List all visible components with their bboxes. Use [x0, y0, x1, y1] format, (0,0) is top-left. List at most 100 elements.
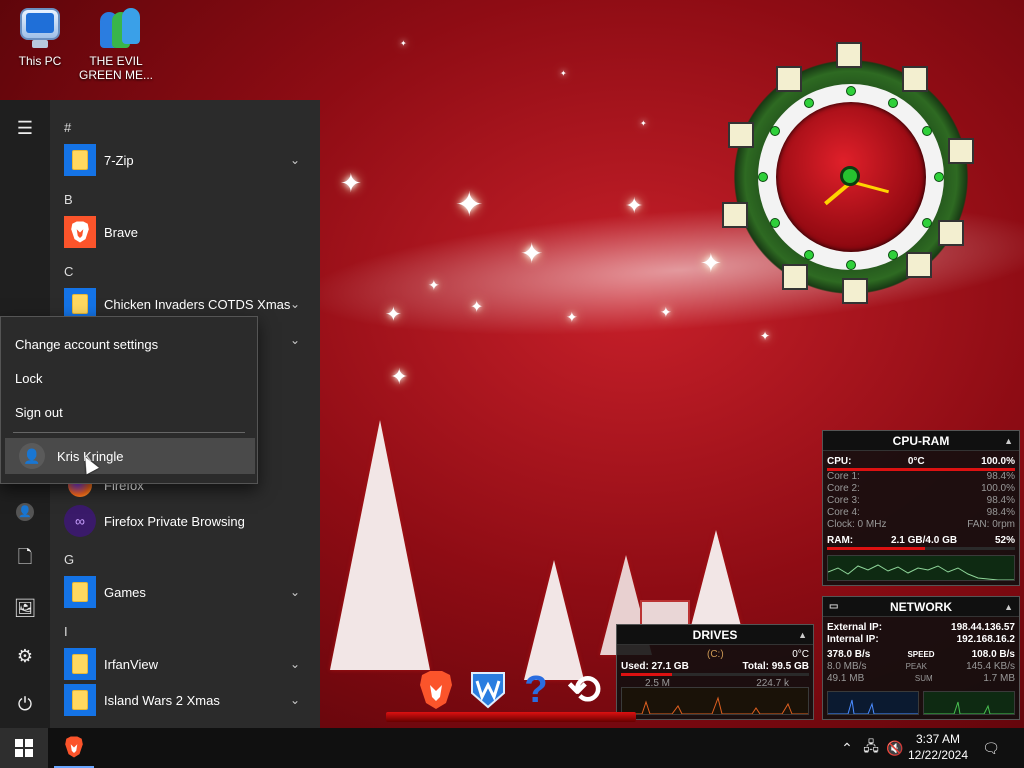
app-item-island-wars[interactable]: Island Wars 2 Xmas ⌄ — [50, 682, 320, 718]
section-header-c[interactable]: C — [64, 264, 73, 279]
start-button[interactable] — [0, 728, 48, 768]
section-header-b[interactable]: B — [64, 192, 73, 207]
core-value: 98.4% — [986, 471, 1015, 482]
lock-button[interactable]: Lock — [15, 371, 42, 386]
chevron-up-icon[interactable]: ⌃ — [838, 728, 856, 768]
sparkle-icon: ✦ — [385, 304, 402, 326]
app-name: 7-Zip — [104, 152, 134, 168]
drive-letter: (C:) — [707, 649, 724, 660]
sparkle-icon: ✦ — [400, 39, 407, 48]
bulb-icon — [934, 172, 944, 182]
sparkle-icon: ✦ — [455, 186, 484, 224]
avatar-icon: 👤 — [19, 443, 45, 469]
sparkle-icon: ✦ — [428, 277, 440, 293]
bulb-icon — [846, 260, 856, 270]
sum-up: 1.7 MB — [983, 673, 1015, 684]
bulb-icon — [804, 98, 814, 108]
chevron-down-icon[interactable]: ⌄ — [290, 297, 300, 311]
taskbar-clock[interactable]: 3:37 AM 12/22/2024 — [900, 731, 976, 763]
chevron-down-icon[interactable]: ⌄ — [290, 657, 300, 671]
hamburger-icon[interactable]: ☰ — [0, 108, 50, 148]
bulb-icon — [770, 218, 780, 228]
sparkle-icon: ✦ — [760, 329, 771, 343]
people-icon — [92, 6, 140, 50]
clock-center — [840, 166, 860, 186]
desktop-icon-this-pc[interactable]: This PC — [2, 6, 78, 68]
chevron-down-icon[interactable]: ⌄ — [290, 333, 300, 347]
desktop-icon-evil-green-me[interactable]: THE EVIL GREEN ME... — [78, 6, 154, 82]
computer-icon — [16, 6, 64, 50]
sign-out-button[interactable]: Sign out — [15, 405, 63, 420]
cottage-icon — [836, 42, 862, 68]
chevron-down-icon[interactable]: ⌄ — [290, 153, 300, 167]
collapse-icon[interactable]: ▲ — [1004, 597, 1013, 617]
brave-icon[interactable] — [414, 668, 458, 712]
user-icon[interactable]: 👤 — [0, 492, 50, 532]
help-icon[interactable]: ? — [514, 668, 558, 712]
bulb-icon — [758, 172, 768, 182]
sparkle-icon: ✦ — [640, 119, 647, 128]
bulb-icon — [922, 126, 932, 136]
cpu-temp: 0°C — [907, 456, 925, 467]
section-header-g[interactable]: G — [64, 552, 74, 567]
gadget-title: CPU-RAM — [892, 434, 950, 448]
folder-icon — [64, 144, 96, 176]
network-icon[interactable]: 🖧 — [860, 728, 882, 768]
account-menu: Change account settings Lock Sign out 👤 … — [0, 316, 258, 484]
sparkle-icon: ✦ — [340, 168, 362, 198]
app-item-irfanview[interactable]: IrfanView ⌄ — [50, 646, 320, 682]
chevron-down-icon[interactable]: ⌄ — [290, 585, 300, 599]
cottage-icon — [938, 220, 964, 246]
cottage-icon — [906, 252, 932, 278]
speed-up: 108.0 B/s — [971, 649, 1015, 660]
collapse-icon[interactable]: ▲ — [1004, 431, 1013, 451]
internal-ip-label: Internal IP: — [827, 634, 879, 645]
app-name: Games — [104, 584, 146, 600]
christmas-clock-gadget[interactable] — [716, 42, 986, 312]
core-label: Core 1: — [827, 471, 860, 482]
collapse-icon[interactable]: ▲ — [798, 625, 807, 645]
desktop-icon-label: THE EVIL GREEN ME... — [78, 54, 153, 82]
gadget-title: NETWORK — [890, 600, 952, 614]
drive-total: Total: 99.5 GB — [742, 661, 810, 672]
drives-gadget[interactable]: DRIVES ▲ (C:) 0°C Used: 27.1 GB Total: 99.5… — [616, 624, 814, 720]
settings-icon[interactable]: ⚙ — [0, 636, 50, 676]
taskbar: ⌃ 🖧 🔇 3:37 AM 12/22/2024 🗨 — [0, 728, 1024, 768]
peak-label: PEAK — [905, 662, 927, 671]
ram-value: 2.1 GB/4.0 GB — [890, 535, 958, 546]
notification-icon[interactable]: 🗨 — [980, 728, 1002, 768]
app-name: Brave — [104, 224, 138, 240]
bulb-icon — [922, 218, 932, 228]
user-account-item[interactable]: 👤 Kris Kringle — [5, 438, 255, 474]
chevron-down-icon[interactable]: ⌄ — [290, 693, 300, 707]
cpu-ram-gadget[interactable]: CPU-RAM ▲ CPU: 0°C 100.0% Core 1: 98.4% Co… — [822, 430, 1020, 586]
app-item-brave[interactable]: Brave — [50, 214, 320, 250]
fan-speed: FAN: 0rpm — [967, 519, 1015, 530]
document-icon[interactable]: 🗋 — [0, 540, 50, 580]
app-item-games[interactable]: Games ⌄ — [50, 574, 320, 610]
private-browsing-icon: ∞ — [64, 505, 96, 537]
core-label: Core 2: — [827, 483, 860, 494]
sparkle-icon: ✦ — [660, 304, 672, 320]
sparkle-icon: ✦ — [625, 193, 644, 218]
network-gadget[interactable]: ▭ NETWORK ▲ External IP: 198.44.136.57 Inte… — [822, 596, 1020, 720]
app-name: Island Wars 2 Xmas — [104, 692, 220, 708]
ram-graph — [827, 555, 1015, 581]
network-icon: ▭ — [829, 601, 839, 612]
section-header-hash[interactable]: # — [64, 120, 71, 135]
pictures-icon[interactable]: 🖼 — [0, 588, 50, 628]
app-item-firefox-private[interactable]: ∞ Firefox Private Browsing — [50, 503, 320, 539]
wise-care-icon[interactable] — [466, 668, 510, 712]
app-name: Chicken Invaders COTDS Xmas — [104, 296, 291, 312]
cottage-icon — [728, 122, 754, 148]
change-account-settings[interactable]: Change account settings — [15, 337, 158, 352]
clock-time: 3:37 AM — [915, 732, 961, 746]
refresh-icon[interactable]: ⟲ — [562, 668, 606, 712]
power-icon[interactable]: ⏻ — [0, 684, 50, 724]
section-header-i[interactable]: I — [64, 624, 68, 639]
clock-date: 12/22/2024 — [907, 748, 969, 762]
sum-label: SUM — [914, 674, 933, 683]
taskbar-brave[interactable] — [54, 728, 94, 768]
app-item-7zip[interactable]: 7-Zip ⌄ — [50, 142, 320, 178]
windows-icon — [15, 739, 33, 757]
